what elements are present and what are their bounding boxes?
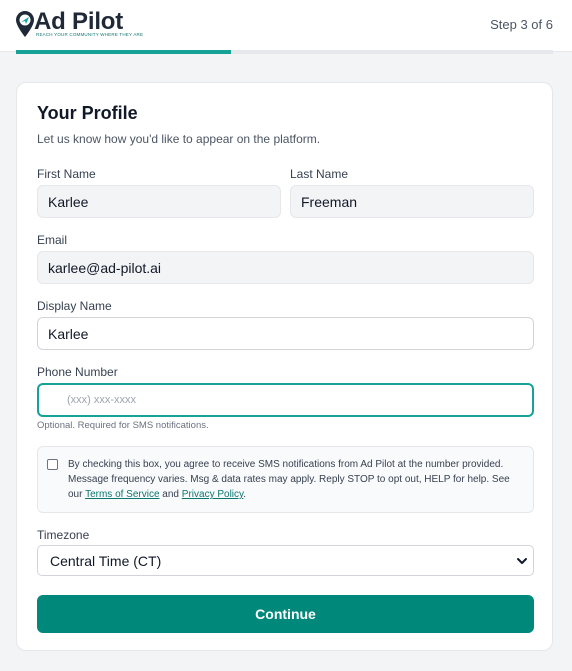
timezone-label: Timezone: [37, 528, 90, 542]
email-field[interactable]: [37, 251, 534, 284]
last-name-label: Last Name: [290, 167, 349, 181]
timezone-value: Central Time (CT): [50, 553, 162, 569]
progress-bar: [16, 50, 553, 54]
privacy-policy-link[interactable]: Privacy Policy: [182, 489, 244, 500]
step-indicator: Step 3 of 6: [490, 17, 553, 32]
sms-consent-box: By checking this box, you agree to recei…: [37, 446, 534, 513]
consent-end-text: .: [243, 489, 247, 500]
display-name-field[interactable]: [37, 317, 534, 350]
consent-and-text: and: [159, 489, 182, 500]
top-bar: Ad Pilot REACH YOUR COMMUNITY WHERE THEY…: [0, 0, 572, 52]
first-name-field[interactable]: [37, 185, 281, 218]
progress-bar-fill: [16, 50, 231, 54]
profile-card: Your Profile Let us know how you'd like …: [16, 82, 553, 651]
timezone-select[interactable]: Central Time (CT): [37, 545, 534, 576]
email-label: Email: [37, 233, 68, 247]
display-name-label: Display Name: [37, 299, 112, 313]
page-title: Your Profile: [37, 103, 138, 123]
first-name-label: First Name: [37, 167, 96, 181]
ad-pilot-logo[interactable]: Ad Pilot REACH YOUR COMMUNITY WHERE THEY…: [16, 8, 143, 40]
page-subtitle: Let us know how you'd like to appear on …: [37, 132, 321, 146]
sms-consent-checkbox[interactable]: [47, 459, 58, 470]
phone-number-input[interactable]: [37, 383, 534, 417]
phone-hint: Optional. Required for SMS notifications…: [37, 420, 209, 431]
chevron-down-icon: [517, 558, 527, 564]
continue-button[interactable]: Continue: [37, 595, 534, 633]
last-name-field[interactable]: [290, 185, 534, 218]
logo-tagline: REACH YOUR COMMUNITY WHERE THEY ARE: [36, 32, 144, 37]
map-pin-icon: [16, 11, 34, 37]
phone-label: Phone Number: [37, 365, 118, 379]
terms-of-service-link[interactable]: Terms of Service: [85, 489, 159, 500]
sms-consent-text: By checking this box, you agree to recei…: [68, 457, 523, 502]
